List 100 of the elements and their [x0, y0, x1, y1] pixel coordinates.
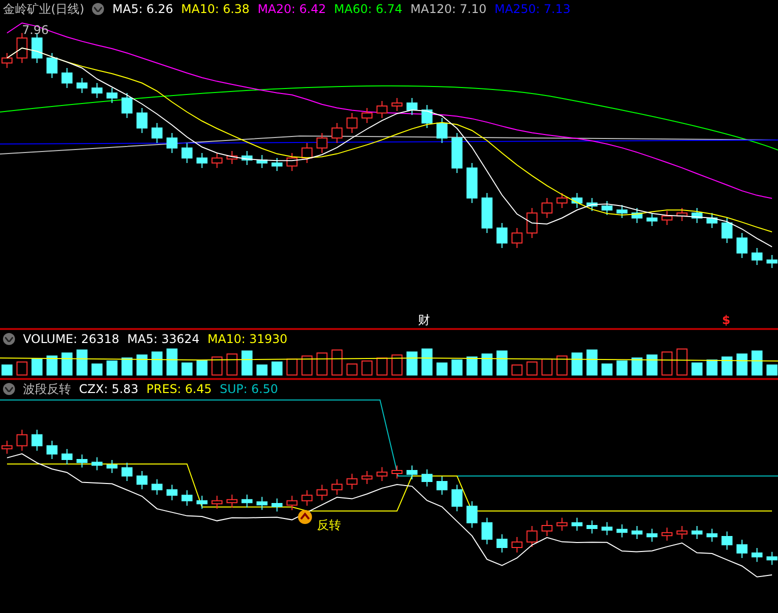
candlestick	[152, 122, 162, 144]
candlestick	[556, 517, 568, 532]
candlestick	[62, 448, 72, 465]
candlestick	[512, 228, 522, 248]
candlestick	[422, 468, 432, 487]
candlestick	[556, 192, 568, 208]
candlestick	[436, 476, 448, 496]
candlestick	[242, 494, 252, 508]
candlestick	[256, 496, 268, 510]
candlestick	[406, 465, 418, 480]
candlestick	[676, 526, 688, 540]
candlestick	[376, 466, 388, 482]
candlestick	[16, 429, 28, 452]
candlestick	[632, 208, 642, 224]
candlestick	[736, 232, 748, 258]
candlestick	[602, 200, 612, 216]
candlestick	[362, 108, 372, 124]
indicator-title: 波段反转	[23, 380, 71, 398]
candlestick	[32, 32, 42, 64]
candlestick	[646, 212, 658, 226]
legend-value: MA120: 7.10	[410, 2, 486, 16]
candlestick	[122, 92, 132, 118]
candlestick	[106, 88, 118, 104]
candlestick	[602, 522, 612, 536]
candlestick	[496, 534, 508, 553]
candlestick	[76, 78, 88, 94]
candlestick	[136, 108, 148, 134]
dropdown-icon[interactable]	[3, 383, 15, 395]
candlestick	[302, 490, 312, 506]
legend-value: MA20: 6.42	[258, 2, 326, 16]
candlestick	[766, 254, 778, 268]
candlestick	[212, 152, 222, 168]
candlestick	[706, 212, 718, 228]
legend-value: MA60: 6.74	[334, 2, 402, 16]
candlestick	[466, 500, 478, 528]
candlestick	[166, 132, 178, 154]
candlestick	[676, 208, 688, 222]
candlestick	[242, 150, 252, 166]
candlestick	[692, 526, 702, 540]
candlestick	[136, 470, 148, 490]
candlestick	[92, 82, 102, 98]
candlestick	[482, 192, 492, 234]
candlestick	[76, 454, 88, 468]
legend-value: MA250: 7.13	[494, 2, 571, 16]
legend-value: CZX: 5.83	[79, 382, 138, 396]
candlestick	[316, 484, 328, 501]
candlestick	[616, 204, 628, 218]
candlestick	[316, 132, 328, 154]
candlestick	[92, 456, 102, 471]
reversal-label: 反转	[317, 518, 341, 532]
high-price-label: 7.96	[22, 23, 49, 37]
candlestick	[16, 32, 28, 64]
candlestick	[332, 122, 342, 144]
candlestick	[526, 526, 538, 548]
legend-value: SUP: 6.50	[220, 382, 278, 396]
candlestick	[392, 98, 402, 112]
candlestick	[346, 473, 358, 490]
candlestick	[46, 52, 58, 78]
candlestick	[166, 484, 178, 501]
legend-value: MA10: 31930	[208, 332, 288, 346]
candlestick	[542, 520, 552, 536]
candlestick	[452, 484, 462, 512]
candlestick	[182, 490, 192, 506]
reversal-signal-icon	[298, 510, 312, 524]
dropdown-icon[interactable]	[3, 333, 15, 345]
candlestick	[436, 118, 448, 144]
candlestick	[346, 112, 358, 134]
candlestick	[496, 222, 508, 248]
candlestick	[722, 531, 732, 550]
candlestick	[722, 218, 732, 244]
candlestick	[226, 494, 238, 508]
candlestick	[736, 539, 748, 558]
candlestick	[106, 460, 118, 474]
legend-value: MA5: 6.26	[112, 2, 174, 16]
candlestick	[706, 528, 718, 542]
legend-value: MA10: 6.38	[181, 2, 250, 16]
candlestick	[272, 498, 282, 512]
candlestick	[526, 208, 538, 238]
candlestick	[182, 142, 192, 164]
candlestick	[572, 517, 582, 532]
stock-title: 金岭矿业(日线)	[3, 0, 84, 18]
candlestick	[196, 495, 208, 510]
candlestick	[212, 495, 222, 510]
candlestick	[32, 429, 42, 452]
candlestick	[646, 528, 658, 542]
candlestick	[662, 210, 672, 226]
candlestick	[452, 132, 462, 174]
dividend-marker[interactable]: $	[722, 313, 730, 326]
legend-value: MA5: 33624	[127, 332, 200, 346]
candlestick	[122, 462, 132, 482]
candlestick	[286, 152, 298, 172]
candlestick	[616, 524, 628, 538]
candlestick	[752, 248, 762, 266]
candlestick	[406, 98, 418, 116]
dropdown-icon[interactable]	[92, 3, 104, 15]
finance-marker[interactable]: 财	[418, 313, 430, 326]
candlestick	[766, 551, 778, 566]
candlestick	[422, 104, 432, 128]
candlestick	[586, 198, 598, 212]
candlestick	[362, 470, 372, 484]
